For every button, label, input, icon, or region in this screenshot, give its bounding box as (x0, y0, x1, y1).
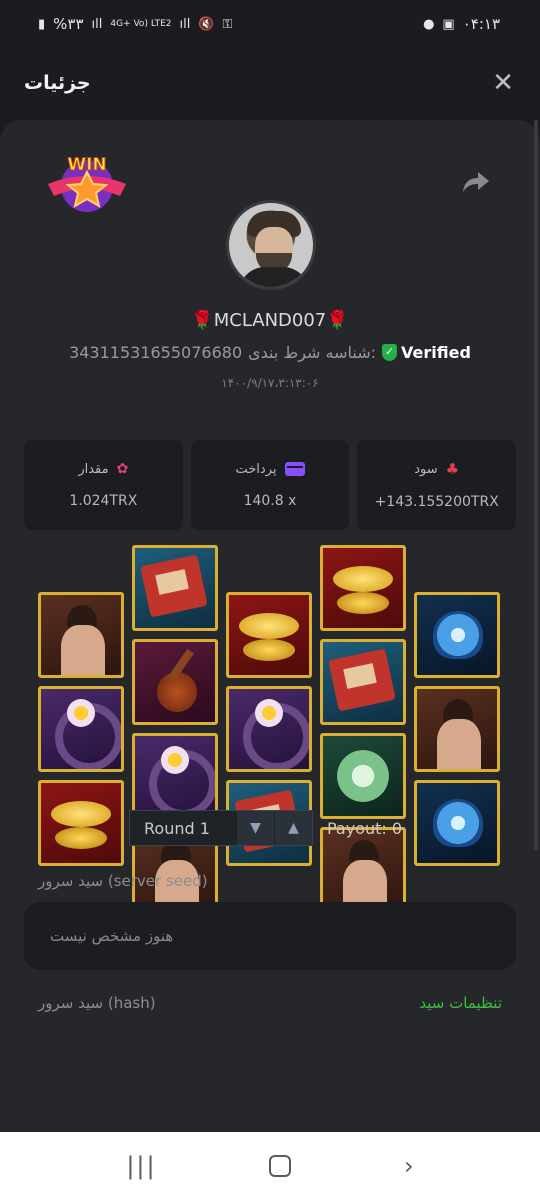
symbol-woman (414, 686, 500, 772)
reel-1 (38, 592, 124, 874)
stat-payout: پرداخت 140.8 x (190, 440, 350, 530)
status-right: ● ▣ ۰۴:۱۳ (423, 15, 500, 33)
reel-4 (320, 545, 406, 921)
stat-profit-label: سود (414, 461, 438, 477)
page-title: جزئیات (24, 72, 91, 94)
symbol-lotus (414, 592, 500, 678)
stat-amount-label-row: ✿ مقدار (78, 461, 128, 477)
stat-payout-label-row: پرداخت (236, 462, 305, 477)
win-badge-icon: WIN (48, 155, 126, 212)
win-text: WIN (67, 155, 106, 175)
status-left: ▮ %۳۳ ıll 4G+ Vo) LTE2 ıll 🔇 ⚿ (38, 15, 232, 33)
back-icon[interactable]: › (404, 1152, 414, 1180)
mute-icon: 🔇 (198, 16, 215, 32)
notification-icon: ● (423, 16, 435, 32)
stat-amount-value: 1.024TRX (69, 493, 138, 509)
network-label: 4G+ Vo) LTE2 (110, 19, 172, 29)
hash-label: سید سرور (hash) (38, 994, 156, 1012)
status-bar: ▮ %۳۳ ıll 4G+ Vo) LTE2 ıll 🔇 ⚿ ● ▣ ۰۴:۱۳ (0, 0, 540, 48)
header: جزئیات ✕ (0, 48, 540, 118)
stat-profit: ♣ سود +143.155200TRX (357, 440, 516, 530)
hash-row: سید سرور (hash) تنظیمات سید (38, 994, 502, 1012)
battery-level: %۳۳ (53, 15, 84, 33)
symbol-jade (320, 733, 406, 819)
stat-amount-label: مقدار (78, 461, 109, 477)
reel-2 (132, 545, 218, 921)
system-nav-bar: ||| › (0, 1132, 540, 1200)
round-row: Round 1 ▼ ▲ Payout: 0 (129, 810, 402, 846)
avatar-shirt (239, 267, 309, 287)
home-icon[interactable] (269, 1155, 292, 1177)
payout-label: Payout: 0 (327, 818, 403, 838)
stat-profit-value: +143.155200TRX (374, 494, 499, 510)
bet-id-label: شناسه شرط بندی: (248, 343, 377, 362)
stat-payout-label: پرداخت (235, 461, 277, 477)
round-label: Round 1 (144, 818, 210, 838)
stat-profit-label-row: ♣ سود (414, 460, 459, 478)
username: 🌹MCLAND007🌹 (191, 310, 349, 331)
battery-icon: ▮ (38, 16, 46, 32)
server-seed-label: سید سرور (server seed) (38, 872, 208, 890)
bet-datetime: ۱۴۰۰/۹/۱۷،۳:۱۳:۰۶ (221, 376, 319, 390)
symbol-book (132, 545, 218, 631)
verified-shield-icon: ✓ (382, 344, 398, 361)
symbol-ring (132, 733, 218, 819)
stat-amount: ✿ مقدار 1.024TRX (23, 440, 183, 530)
chevron-down-icon[interactable]: ▼ (236, 811, 274, 845)
symbol-ring (38, 686, 124, 772)
reel-5 (414, 592, 500, 874)
round-selector: Round 1 ▼ ▲ (129, 810, 313, 846)
card-icon (284, 462, 305, 476)
amount-icon: ✿ (116, 461, 129, 477)
bet-id-value: 34311531655076680 (69, 343, 243, 362)
key-icon: ⚿ (222, 16, 233, 32)
verified-badge: ✓ Verified (382, 343, 471, 362)
avatar (226, 200, 316, 290)
signal-icon-2: ıll (179, 16, 191, 32)
symbol-lute (132, 639, 218, 725)
symbol-gold-ingots (320, 545, 406, 631)
slot-reels (38, 545, 502, 915)
scrollbar[interactable] (534, 120, 538, 850)
bet-id-line: 34311531655076680 شناسه شرط بندی: ✓ Veri… (0, 343, 540, 362)
share-icon[interactable] (462, 170, 490, 194)
verified-label: Verified (401, 343, 471, 362)
details-card: WIN 🌹MCLAND007🌹 34311531655076680 شناسه … (0, 120, 540, 1132)
recent-apps-icon[interactable]: ||| (126, 1152, 156, 1180)
symbol-ring (226, 686, 312, 772)
stat-payout-value: 140.8 x (243, 492, 297, 509)
symbol-woman (38, 592, 124, 678)
signal-icon: ıll (91, 16, 103, 32)
symbol-lotus (414, 780, 500, 866)
server-seed-field: هنوز مشخص نیست (24, 902, 516, 970)
seed-settings-link[interactable]: تنظیمات سید (419, 994, 502, 1012)
clock: ۰۴:۱۳ (462, 15, 500, 33)
profit-icon: ♣ (445, 460, 460, 478)
symbol-book (320, 639, 406, 725)
image-icon: ▣ (442, 16, 455, 32)
close-icon[interactable]: ✕ (492, 70, 514, 96)
chevron-up-icon[interactable]: ▲ (274, 811, 312, 845)
symbol-gold-ingots (226, 592, 312, 678)
symbol-gold-ingots (38, 780, 124, 866)
stats-row: ♣ سود +143.155200TRX پرداخت 140.8 x ✿ مق… (23, 440, 516, 530)
